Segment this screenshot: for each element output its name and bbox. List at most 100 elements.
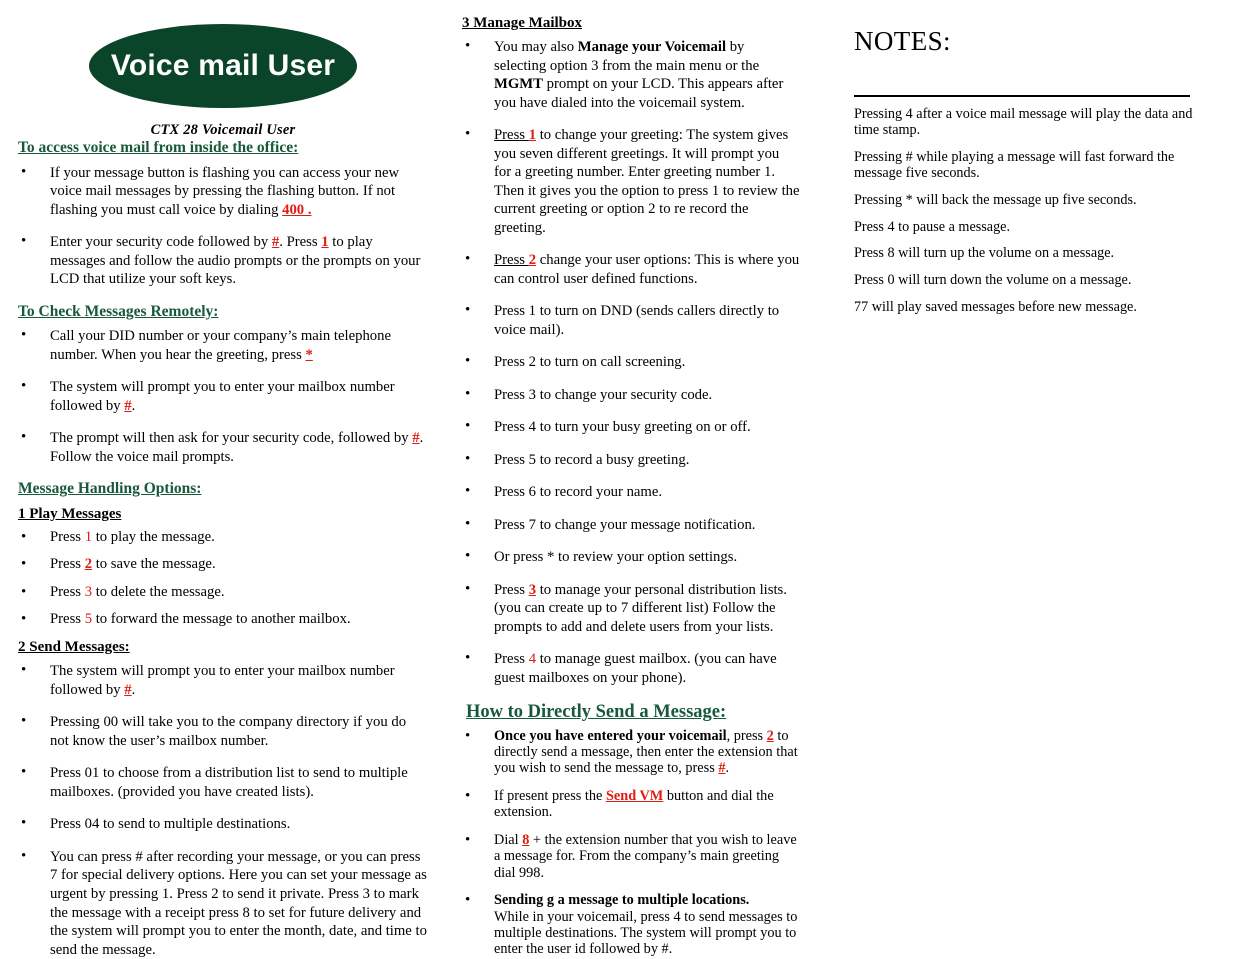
notes-title: NOTES: xyxy=(854,26,951,56)
list-item: Press 2 to turn on call screening. xyxy=(462,352,800,372)
key-hash: # xyxy=(124,681,132,698)
list-item: Press 2 to save the message. xyxy=(18,555,428,574)
list-item: Pressing # while playing a message will … xyxy=(854,148,1175,181)
list-item: Press 6 to record your name. xyxy=(462,482,800,502)
text-fragment: Press xyxy=(494,252,529,269)
text-fragment: to save the message. xyxy=(92,556,216,573)
emphasis-once-entered: Once you have entered your voicemail xyxy=(494,727,727,744)
heading-send-messages: 2 Send Messages: xyxy=(18,639,130,656)
logo-title: Voice mail User xyxy=(110,49,336,82)
list-item: Press 4 to manage guest mailbox. (you ca… xyxy=(462,649,800,687)
list-item: Call your DID number or your company’s m… xyxy=(18,326,428,364)
text-fragment: + the extension number that you wish to … xyxy=(494,831,797,881)
text-fragment: to manage your personal distribution lis… xyxy=(494,581,787,635)
key-2: 2 xyxy=(528,252,537,269)
heading-play-messages: 1 Play Messages xyxy=(18,505,122,522)
list-access-inside: If your message button is flashing you c… xyxy=(18,163,428,289)
key-hash: # xyxy=(718,760,726,777)
list-item: Press 1 to change your greeting: The sys… xyxy=(462,125,800,237)
text-fragment: to forward the message to another mailbo… xyxy=(92,611,351,627)
key-5: 5 xyxy=(84,611,93,627)
key-2: 2 xyxy=(84,556,93,573)
key-400: 400 . xyxy=(282,201,312,218)
text-fragment: You may also xyxy=(494,39,578,55)
list-item: Pressing * will back the message up five… xyxy=(854,191,1137,208)
list-item: Sending g a message to multiple location… xyxy=(462,891,800,958)
heading-access-inside: To access voice mail from inside the off… xyxy=(18,139,299,156)
text-fragment: Call your DID number or your company’s m… xyxy=(50,328,391,363)
text-fragment: The system will prompt you to enter your… xyxy=(50,663,395,698)
list-item: The system will prompt you to enter your… xyxy=(18,377,428,415)
list-item: Press 1 to play the message. xyxy=(18,528,428,547)
key-2: 2 xyxy=(766,727,774,744)
logo-block: Voice mail User CTX 28 Voicemail User xyxy=(18,24,428,139)
document-subtitle: CTX 28 Voicemail User xyxy=(150,122,296,138)
text-fragment: to manage guest mailbox. (you can have g… xyxy=(494,651,777,686)
list-item: Press 4 to pause a message. xyxy=(854,218,1011,235)
list-item: Press 8 will turn up the volume on a mes… xyxy=(854,245,1115,262)
key-hash: # xyxy=(412,430,420,447)
text-fragment: Press xyxy=(494,581,529,598)
text-fragment: The prompt will then ask for your securi… xyxy=(50,430,413,447)
key-1: 1 xyxy=(84,528,93,545)
logo-oval: Voice mail User xyxy=(89,24,357,108)
list-item: Press 5 to record a busy greeting. xyxy=(462,450,800,470)
text-fragment: While in your voicemail, press 4 to send… xyxy=(494,908,798,958)
list-play-messages: Press 1 to play the message. Press 2 to … xyxy=(18,528,428,629)
list-item: If present press the Send VM button and … xyxy=(462,787,800,821)
text-fragment: The system will prompt you to enter your… xyxy=(50,379,395,414)
emphasis-manage-voicemail: Manage your Voicemail xyxy=(577,39,727,55)
list-send-messages: The system will prompt you to enter your… xyxy=(18,661,428,959)
column-right-notes: NOTES: Pressing 4 after a voice mail mes… xyxy=(810,14,1210,954)
emphasis-sending-multiple: Sending g a message to multiple location… xyxy=(494,892,750,909)
column-left: Voice mail User CTX 28 Voicemail User To… xyxy=(18,14,450,958)
list-item: Dial 8 + the extension number that you w… xyxy=(462,831,800,881)
text-fragment: Press xyxy=(494,651,529,668)
text-fragment: Dial xyxy=(494,831,523,848)
list-item: Press 04 to send to multiple destination… xyxy=(18,814,428,834)
list-direct-send: Once you have entered your voicemail, pr… xyxy=(462,727,800,958)
text-fragment: Press xyxy=(50,556,85,573)
list-item: 77 will play saved messages before new m… xyxy=(854,299,1137,316)
text-fragment: , press xyxy=(726,727,767,744)
list-item: Press 3 to delete the message. xyxy=(18,583,428,602)
list-item: Press 4 to turn your busy greeting on or… xyxy=(462,417,800,437)
list-item: Pressing 4 after a voice mail message wi… xyxy=(854,106,1193,138)
list-item: Enter your security code followed by #. … xyxy=(18,232,428,289)
heading-manage-mailbox: 3 Manage Mailbox xyxy=(462,15,582,31)
list-item: Press 5 to forward the message to anothe… xyxy=(18,610,428,629)
notes-divider xyxy=(854,95,1190,97)
text-fragment: to play the message. xyxy=(92,528,215,545)
text-fragment: to delete the message. xyxy=(92,583,225,600)
list-item: Pressing 00 will take you to the company… xyxy=(18,712,428,750)
list-item: The prompt will then ask for your securi… xyxy=(18,428,428,466)
text-fragment: . Press xyxy=(279,234,322,251)
column-middle: 3 Manage Mailbox You may also Manage you… xyxy=(450,14,810,957)
key-1: 1 xyxy=(528,127,537,144)
list-item: The system will prompt you to enter your… xyxy=(18,661,428,699)
list-item: Or press * to review your option setting… xyxy=(462,547,800,567)
text-fragment: Press xyxy=(494,127,529,144)
key-star: * xyxy=(305,346,313,363)
text-fragment: If present press the xyxy=(494,787,606,804)
key-1: 1 xyxy=(321,234,329,251)
text-fragment: . xyxy=(725,760,730,777)
list-item: If your message button is flashing you c… xyxy=(18,163,428,220)
text-fragment: Press xyxy=(50,583,85,600)
send-vm-button-label: Send VM xyxy=(605,787,664,804)
heading-direct-send: How to Directly Send a Message: xyxy=(466,702,727,723)
list-item: Press 7 to change your message notificat… xyxy=(462,515,800,535)
emphasis-mgmt: MGMT xyxy=(494,76,543,93)
list-item: Press 0 will turn down the volume on a m… xyxy=(854,272,1132,289)
list-item: Once you have entered your voicemail, pr… xyxy=(462,727,800,777)
text-fragment: . xyxy=(131,397,136,414)
text-fragment: If your message button is flashing you c… xyxy=(50,164,400,218)
heading-message-handling: Message Handling Options: xyxy=(18,480,202,498)
text-fragment: Press xyxy=(50,611,85,627)
list-item: Press 01 to choose from a distribution l… xyxy=(18,763,428,801)
text-fragment: Press xyxy=(50,528,85,545)
key-3: 3 xyxy=(528,581,537,598)
key-3: 3 xyxy=(84,583,93,600)
key-4: 4 xyxy=(528,651,537,668)
list-item: You can press # after recording your mes… xyxy=(18,847,428,959)
